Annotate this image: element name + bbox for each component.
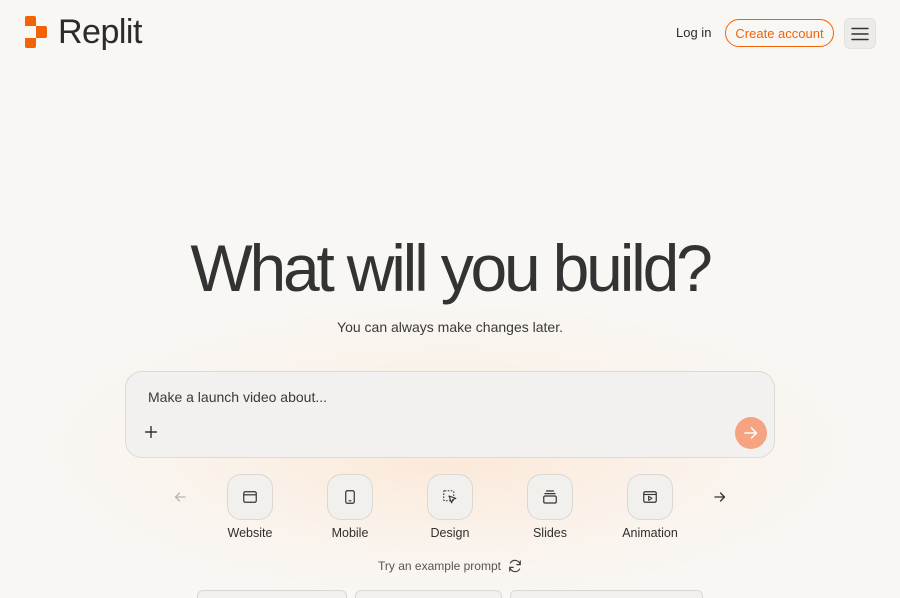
send-button[interactable] [735,417,767,449]
page: Replit Log in Create account What will y… [0,0,900,598]
create-account-button[interactable]: Create account [725,19,834,47]
browser-window-icon [243,491,257,503]
refresh-icon[interactable] [508,559,522,573]
category-website-button[interactable] [227,474,273,520]
category-label: Website [227,526,273,540]
category-design[interactable]: Design [410,474,490,540]
hamburger-menu-icon [851,27,869,40]
category-mobile-button[interactable] [327,474,373,520]
category-label: Design [430,526,470,540]
prompt-box [125,371,775,458]
plus-icon [145,426,157,438]
arrow-right-icon [744,427,758,439]
category-label: Slides [532,526,568,540]
example-prompt-row: Try an example prompt [0,559,900,573]
example-prompt-chip[interactable] [510,590,703,598]
page-title: What will you build? [190,231,712,305]
arrow-right-icon [714,492,726,502]
login-link[interactable]: Log in [676,25,711,41]
logo-wordmark: Replit [58,13,142,51]
category-mobile[interactable]: Mobile [310,474,390,540]
category-website[interactable]: Website [210,474,290,540]
menu-button[interactable] [844,18,876,49]
arrow-left-icon [174,492,186,502]
replit-logo[interactable]: Replit [24,15,142,49]
example-prompt-label[interactable]: Try an example prompt [378,559,501,573]
slides-stack-icon [543,490,557,504]
animation-play-icon [643,491,657,503]
category-label: Animation [622,526,678,540]
example-prompt-chip[interactable] [197,590,347,598]
prompt-input[interactable] [146,388,710,406]
mobile-phone-icon [345,490,355,504]
category-slides[interactable]: Slides [510,474,590,540]
design-cursor-icon [443,490,457,504]
example-prompt-chip[interactable] [355,590,502,598]
page-subtitle: You can always make changes later. [337,319,563,335]
attach-button[interactable] [142,423,160,441]
category-animation-button[interactable] [627,474,673,520]
carousel-next-button[interactable] [709,486,731,508]
category-animation[interactable]: Animation [610,474,690,540]
carousel-prev-button[interactable] [169,486,191,508]
category-design-button[interactable] [427,474,473,520]
category-label: Mobile [331,526,369,540]
category-slides-button[interactable] [527,474,573,520]
replit-logo-icon [25,16,47,48]
